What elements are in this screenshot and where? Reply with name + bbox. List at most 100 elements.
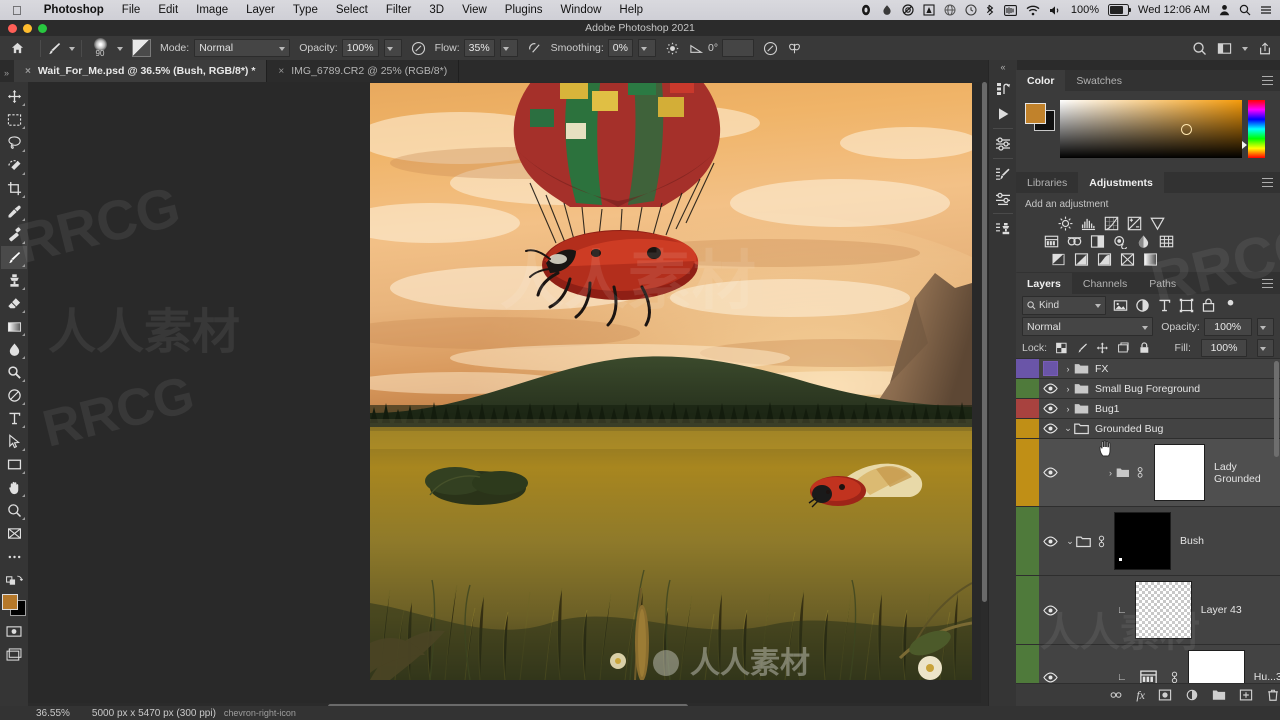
- lock-all-icon[interactable]: [1138, 341, 1151, 355]
- pen-tool-icon[interactable]: [1, 384, 27, 407]
- menu-help[interactable]: Help: [610, 4, 652, 16]
- crop-tool-icon[interactable]: [1, 177, 27, 200]
- brush-tool-icon[interactable]: [1, 246, 27, 269]
- group-twisty-icon[interactable]: ›: [1062, 404, 1074, 414]
- battery-time-icon[interactable]: [1003, 4, 1017, 16]
- group-twisty-icon[interactable]: ›: [1062, 384, 1074, 394]
- table-row[interactable]: ⌄ Grounded Bug: [1016, 419, 1280, 439]
- creative-cloud-icon[interactable]: [881, 4, 893, 16]
- filter-pixel-icon[interactable]: [1113, 298, 1128, 313]
- tab-channels[interactable]: Channels: [1072, 273, 1138, 294]
- airbrush-icon[interactable]: [527, 41, 542, 56]
- lasso-tool-icon[interactable]: [1, 131, 27, 154]
- quick-mask-mode-icon[interactable]: [1, 620, 27, 643]
- eraser-tool-icon[interactable]: [1, 292, 27, 315]
- brush-angle-field[interactable]: [722, 39, 755, 57]
- layer-thumbnail[interactable]: [1153, 444, 1206, 501]
- hue-slider-icon[interactable]: [1242, 141, 1247, 149]
- spotlight-search-icon[interactable]: [1239, 4, 1251, 16]
- close-icon[interactable]: ×: [278, 66, 284, 77]
- exposure-icon[interactable]: [1127, 216, 1142, 231]
- brush-size-preview[interactable]: 90: [88, 38, 112, 58]
- close-icon[interactable]: ×: [25, 66, 31, 77]
- color-picker-body[interactable]: [1016, 91, 1280, 172]
- move-tool-icon[interactable]: [1, 85, 27, 108]
- opacity-stepper[interactable]: [383, 39, 402, 57]
- levels-icon[interactable]: [1081, 216, 1096, 231]
- lock-artboard-nesting-icon[interactable]: [1117, 341, 1130, 355]
- color-field[interactable]: [1060, 100, 1242, 158]
- brush-angle-value[interactable]: 0°: [708, 42, 718, 54]
- vertical-scroll-thumb[interactable]: [982, 82, 987, 602]
- table-row[interactable]: ∟ Layer 43: [1016, 576, 1280, 645]
- layers-scroll-thumb[interactable]: [1274, 361, 1279, 457]
- layer-color-chip[interactable]: [1016, 645, 1039, 686]
- layer-visibility-toggle[interactable]: [1039, 645, 1062, 686]
- tab-layers[interactable]: Layers: [1016, 273, 1072, 294]
- table-row[interactable]: › FX: [1016, 359, 1280, 379]
- panel-menu-icon[interactable]: [1262, 178, 1273, 187]
- layer-visibility-toggle[interactable]: [1039, 419, 1062, 438]
- channel-mixer-icon[interactable]: [1136, 234, 1151, 249]
- menu-image[interactable]: Image: [187, 4, 237, 16]
- zoom-level-field[interactable]: 36.55%: [36, 708, 70, 719]
- symmetry-butterfly-icon[interactable]: [787, 41, 802, 56]
- threshold-icon[interactable]: [1097, 252, 1112, 267]
- color-picker-ring-icon[interactable]: [1181, 124, 1192, 135]
- layer-name[interactable]: Bush: [1180, 535, 1204, 547]
- layer-opacity-input[interactable]: 100%: [1203, 317, 1252, 336]
- new-group-icon[interactable]: [1212, 688, 1226, 702]
- brush-settings-icon[interactable]: [990, 161, 1016, 186]
- blend-mode-select[interactable]: Normal: [194, 39, 291, 57]
- smoothing-input[interactable]: 0%: [607, 39, 633, 57]
- layer-kind-select[interactable]: Kind: [1022, 295, 1106, 315]
- control-center-icon[interactable]: [1260, 4, 1272, 16]
- filter-smart-object-icon[interactable]: [1201, 298, 1216, 313]
- layer-fill-stepper[interactable]: [1257, 338, 1275, 357]
- spot-healing-brush-tool-icon[interactable]: [1, 223, 27, 246]
- layer-color-chip[interactable]: [1016, 379, 1039, 398]
- volume-icon[interactable]: [1049, 5, 1062, 16]
- group-twisty-icon[interactable]: ›: [1062, 364, 1074, 374]
- document-tab-wait-for-me[interactable]: × Wait_For_Me.psd @ 36.5% (Bush, RGB/8*)…: [14, 60, 268, 82]
- group-twisty-icon[interactable]: ›: [1105, 468, 1116, 478]
- menu-select[interactable]: Select: [327, 4, 377, 16]
- workspace-chevron-icon[interactable]: [1242, 47, 1248, 51]
- layer-name[interactable]: Lady Grounded: [1214, 461, 1280, 485]
- table-row[interactable]: › Bug1: [1016, 399, 1280, 419]
- table-row[interactable]: ⌄ Bush: [1016, 507, 1280, 576]
- layer-thumbnail[interactable]: [1134, 581, 1192, 639]
- history-icon[interactable]: [990, 76, 1016, 101]
- menu-type[interactable]: Type: [284, 4, 327, 16]
- brushes-icon[interactable]: [990, 186, 1016, 211]
- link-mask-icon[interactable]: [1097, 535, 1106, 548]
- menu-edit[interactable]: Edit: [149, 4, 187, 16]
- brush-angle-icon[interactable]: [689, 41, 704, 56]
- rectangle-tool-icon[interactable]: [1, 453, 27, 476]
- battery-icon[interactable]: [1108, 4, 1132, 16]
- menu-layer[interactable]: Layer: [237, 4, 284, 16]
- vertical-scrollbar[interactable]: [981, 82, 988, 703]
- color-balance-icon[interactable]: [1067, 234, 1082, 249]
- properties-icon[interactable]: [990, 131, 1016, 156]
- workspace-switcher-icon[interactable]: [1217, 41, 1232, 56]
- more-tools-icon[interactable]: [1, 545, 27, 568]
- document-canvas-area[interactable]: 人人素材 人人素材 RRCG RRCG 人人素材: [11, 82, 988, 703]
- menu-plugins[interactable]: Plugins: [496, 4, 552, 16]
- adobe-app-icon[interactable]: [923, 4, 935, 16]
- link-mask-icon[interactable]: [1136, 466, 1144, 479]
- link-mask-icon[interactable]: [1170, 671, 1179, 684]
- layer-fill-input[interactable]: 100%: [1200, 338, 1248, 357]
- lock-image-pixels-icon[interactable]: [1076, 341, 1089, 355]
- table-row[interactable]: › Small Bug Foreground: [1016, 379, 1280, 399]
- apple-icon[interactable]: : [12, 4, 22, 17]
- color-lookup-icon[interactable]: [1159, 234, 1174, 249]
- layer-mask-thumbnail[interactable]: [1114, 512, 1171, 570]
- black-white-icon[interactable]: [1090, 234, 1105, 249]
- foreground-color-swatch[interactable]: [2, 594, 18, 610]
- brush-preset-chevron-icon[interactable]: [117, 47, 123, 51]
- layer-blend-mode-select[interactable]: Normal: [1022, 317, 1154, 336]
- flow-input[interactable]: 35%: [463, 39, 495, 57]
- clone-stamp-tool-icon[interactable]: [1, 269, 27, 292]
- add-layer-mask-icon[interactable]: [1158, 688, 1172, 702]
